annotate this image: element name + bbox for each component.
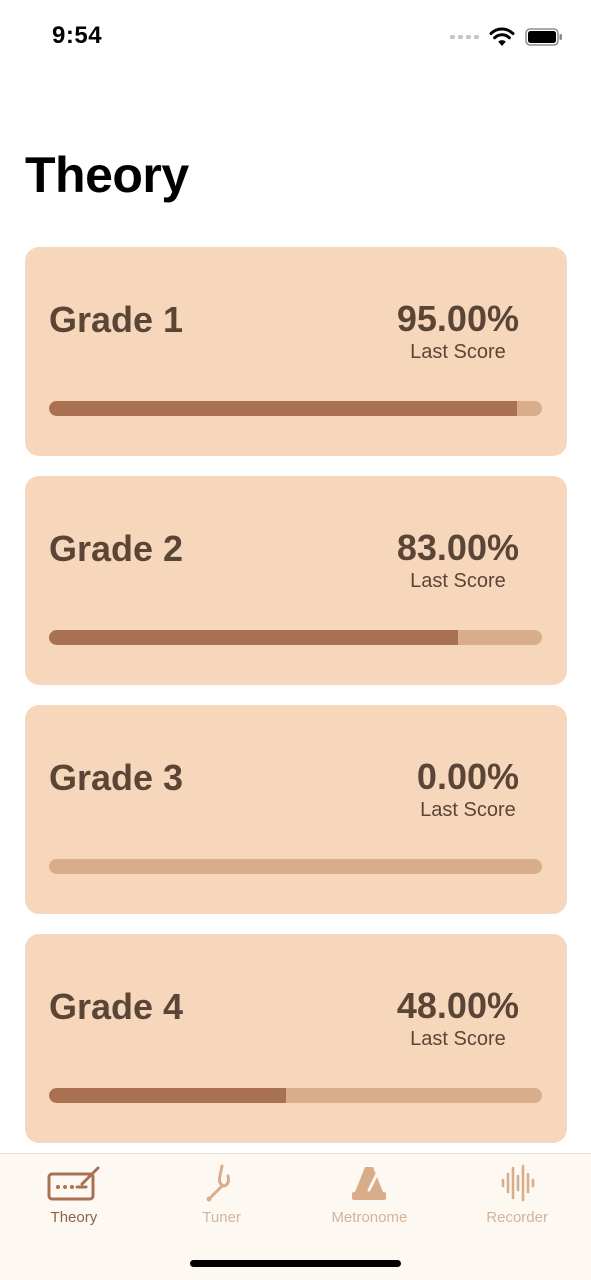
progress-fill [49, 401, 518, 416]
status-icons [450, 26, 563, 48]
screen: 9:54 Theory Grade 1 95.00% Last Score Gr… [0, 0, 591, 1280]
grade-title: Grade 2 [49, 528, 184, 569]
progress-fill [49, 630, 459, 645]
grade-card[interactable]: Grade 4 48.00% Last Score [25, 934, 567, 1143]
tab-theory[interactable]: Theory [0, 1154, 148, 1280]
score-block: 83.00% Last Score [397, 528, 519, 593]
grade-title: Grade 3 [49, 757, 184, 798]
tab-label: Tuner [202, 1209, 241, 1226]
grade-list: Grade 1 95.00% Last Score Grade 2 83.00%… [25, 247, 567, 1163]
score-block: 48.00% Last Score [397, 986, 519, 1051]
tab-recorder[interactable]: Recorder [443, 1154, 591, 1280]
progress-bar [49, 630, 542, 645]
score-block: 0.00% Last Score [417, 757, 519, 822]
grade-card[interactable]: Grade 2 83.00% Last Score [25, 476, 567, 685]
metronome-icon [352, 1167, 387, 1200]
tuning-fork-icon [206, 1164, 230, 1202]
score-value: 48.00% [396, 985, 519, 1026]
tab-label: Metronome [331, 1209, 408, 1226]
grade-title: Grade 4 [49, 986, 184, 1027]
home-indicator [190, 1260, 401, 1267]
cellular-signal-icon [450, 35, 479, 39]
battery-icon [525, 28, 562, 46]
score-label: Last Score [410, 570, 506, 592]
tab-label: Theory [50, 1209, 98, 1226]
page-title: Theory [25, 147, 189, 203]
progress-bar [49, 401, 542, 416]
score-value: 83.00% [396, 527, 519, 568]
waveform-icon [501, 1164, 535, 1202]
score-block: 95.00% Last Score [397, 299, 519, 364]
score-value: 0.00% [416, 756, 519, 797]
score-label: Last Score [420, 799, 516, 821]
score-value: 95.00% [396, 298, 519, 339]
grade-title: Grade 1 [49, 299, 184, 340]
status-bar: 9:54 [0, 0, 591, 76]
grade-card[interactable]: Grade 3 0.00% Last Score [25, 705, 567, 914]
tab-label: Recorder [486, 1209, 548, 1226]
grade-card[interactable]: Grade 1 95.00% Last Score [25, 247, 567, 456]
progress-bar [49, 1088, 542, 1103]
progress-fill [49, 1088, 286, 1103]
score-label: Last Score [410, 341, 506, 363]
wifi-icon [489, 27, 515, 46]
progress-bar [49, 859, 542, 874]
score-label: Last Score [410, 1028, 506, 1050]
status-time: 9:54 [52, 22, 103, 49]
theory-icon [47, 1166, 100, 1201]
